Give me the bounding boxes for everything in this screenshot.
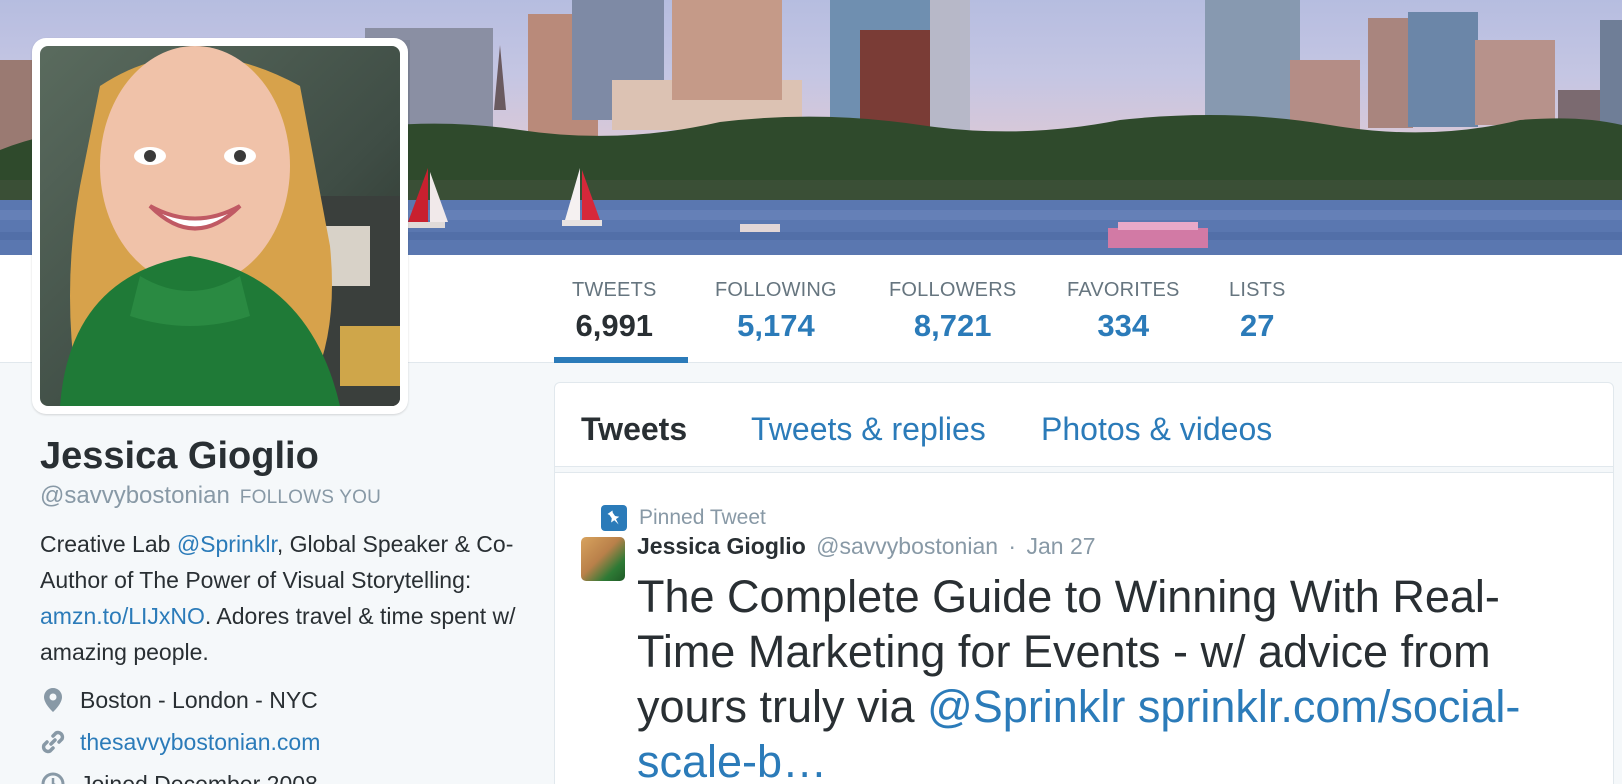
tab-tweets[interactable]: Tweets — [581, 411, 687, 448]
pinned-tweet-label: Pinned Tweet — [639, 506, 766, 529]
profile-name[interactable]: Jessica Gioglio — [40, 432, 520, 480]
timeline: Tweets Tweets & replies Photos & videos … — [554, 382, 1614, 784]
stat-value: 27 — [1240, 308, 1275, 343]
active-stat-indicator — [554, 357, 688, 363]
calendar-clock-icon — [40, 770, 66, 784]
stat-lists[interactable]: LISTS 27 — [1229, 279, 1286, 344]
website-row: thesavvybostonian.com — [40, 726, 520, 758]
stat-following[interactable]: FOLLOWING 5,174 — [715, 279, 837, 344]
bio-url-link[interactable]: amzn.to/LIJxNO — [40, 603, 205, 629]
stat-favorites[interactable]: FAVORITES 334 — [1067, 279, 1180, 344]
timeline-tabs: Tweets Tweets & replies Photos & videos — [555, 383, 1613, 467]
avatar-photo — [40, 46, 400, 406]
location-row: Boston - London - NYC — [40, 684, 520, 716]
location-pin-icon — [40, 686, 66, 714]
stat-value: 6,991 — [575, 308, 654, 343]
tweet-text: The Complete Guide to Winning With Real-… — [637, 569, 1577, 784]
profile-handle[interactable]: @savvybostonian — [40, 482, 230, 509]
stat-value: 5,174 — [737, 308, 815, 343]
stat-followers[interactable]: FOLLOWERS 8,721 — [889, 279, 1016, 344]
stat-value: 334 — [1097, 308, 1150, 343]
stat-label: LISTS — [1229, 279, 1286, 301]
stat-value: 8,721 — [913, 308, 992, 343]
tab-photos-and-videos[interactable]: Photos & videos — [1041, 411, 1272, 448]
tweet-author-name[interactable]: Jessica Gioglio — [637, 533, 806, 559]
pinned-indicator: Pinned Tweet — [601, 505, 766, 531]
tweet-author-handle[interactable]: @savvybostonian — [816, 533, 998, 559]
tweet-author-avatar[interactable] — [581, 537, 625, 581]
stat-label: FAVORITES — [1067, 279, 1180, 301]
profile-bio: Creative Lab @Sprinklr, Global Speaker &… — [40, 526, 520, 670]
handle-row: @savvybostonian FOLLOWS YOU — [40, 482, 520, 510]
tabs-divider — [555, 467, 1613, 473]
profile-card: Jessica Gioglio @savvybostonian FOLLOWS Y… — [40, 432, 520, 784]
link-icon — [40, 728, 66, 756]
stat-label: TWEETS — [572, 279, 657, 301]
profile-website-link[interactable]: thesavvybostonian.com — [80, 729, 320, 756]
tweet-header: Jessica Gioglio @savvybostonian · Jan 27 — [637, 533, 1096, 560]
tweet-separator: · — [1008, 533, 1017, 559]
stat-label: FOLLOWERS — [889, 279, 1017, 301]
profile-joined-date: Joined December 2008 — [80, 770, 318, 784]
joined-row: Joined December 2008 — [40, 768, 520, 784]
pin-icon — [601, 505, 627, 531]
tweet-date[interactable]: Jan 27 — [1026, 533, 1095, 559]
stat-tweets[interactable]: TWEETS 6,991 — [572, 279, 657, 344]
tweet-mention-link[interactable]: @Sprinklr — [927, 681, 1125, 732]
profile-location: Boston - London - NYC — [80, 686, 318, 713]
stat-label: FOLLOWING — [715, 279, 837, 301]
bio-mention-link[interactable]: @Sprinklr — [177, 531, 277, 557]
profile-avatar[interactable] — [32, 38, 408, 414]
bio-text: Creative Lab — [40, 531, 177, 557]
follows-you-badge: FOLLOWS YOU — [239, 487, 382, 508]
tab-tweets-and-replies[interactable]: Tweets & replies — [751, 411, 986, 448]
